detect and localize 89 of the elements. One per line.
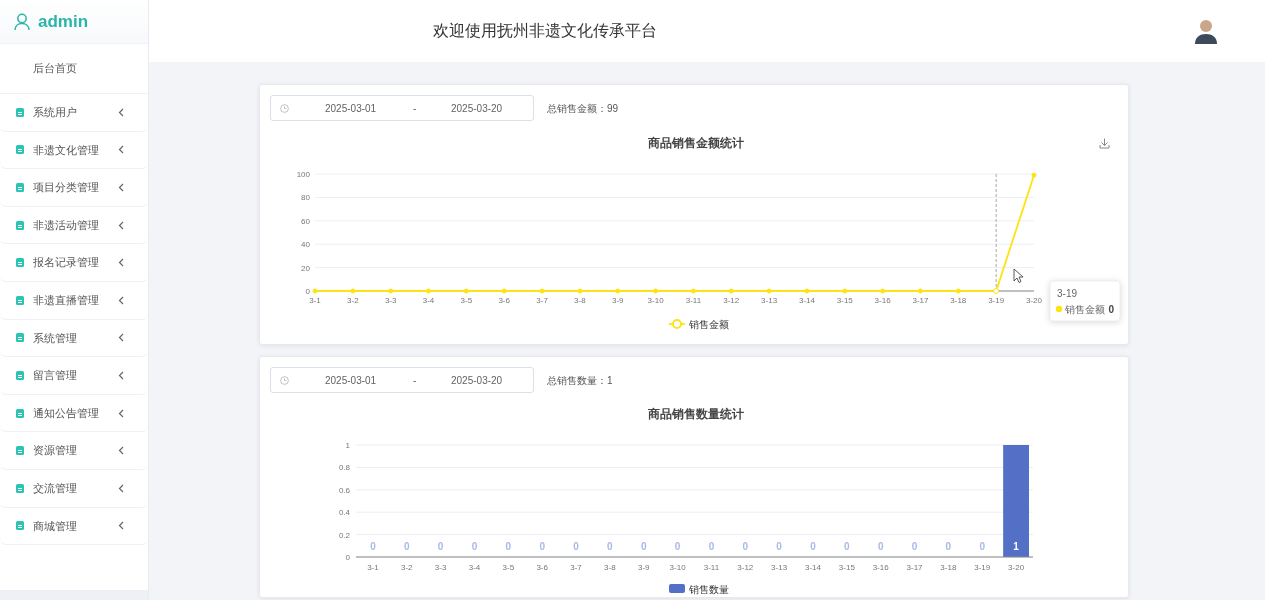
y-axis-label: 80 xyxy=(301,193,310,203)
x-axis-label: 3-20 xyxy=(1008,563,1025,572)
x-axis-label: 3-15 xyxy=(838,563,855,572)
x-axis-label: 3-20 xyxy=(1026,296,1042,305)
x-axis-label: 3-7 xyxy=(570,563,582,572)
x-axis-label: 3-1 xyxy=(309,296,321,305)
x-axis-label: 3-2 xyxy=(401,563,413,572)
x-axis-label: 3-13 xyxy=(771,563,788,572)
chart-title: 商品销售数量统计 xyxy=(648,407,744,421)
y-axis-label: 0 xyxy=(345,553,350,562)
bar-value-label: 0 xyxy=(844,541,850,552)
bar-value-label: 0 xyxy=(708,541,715,552)
x-axis-label: 3-13 xyxy=(761,296,778,305)
bar-value-label: 0 xyxy=(471,541,478,552)
sales-total: 总销售金额：99 xyxy=(547,101,619,116)
range-separator: - xyxy=(413,101,418,116)
y-axis-label: 100 xyxy=(296,170,310,179)
bar-value-label: 0 xyxy=(437,541,444,552)
x-axis-label: 3-11 xyxy=(703,563,720,572)
x-axis-label: 3-19 xyxy=(988,296,1005,305)
x-axis-label: 3-9 xyxy=(611,296,624,305)
end-date: 2025-03-20 xyxy=(451,101,503,116)
start-date: 2025-03-01 xyxy=(325,373,378,388)
x-axis-label: 3-8 xyxy=(604,563,616,572)
bar-value-label: 0 xyxy=(945,541,952,552)
bar-value-label: 0 xyxy=(742,541,749,552)
y-axis-label: 60 xyxy=(301,216,310,226)
x-axis-label: 3-9 xyxy=(637,563,650,572)
chart-title: 商品销售金额统计 xyxy=(648,136,744,150)
x-axis-label: 3-15 xyxy=(836,296,853,305)
bar-value-label: 0 xyxy=(370,541,376,552)
x-axis-label: 3-3 xyxy=(434,563,447,572)
page-title: 欢迎使用抚州非遗文化传承平台 xyxy=(433,21,657,41)
y-axis-label: 1 xyxy=(345,441,350,450)
x-axis-label: 3-12 xyxy=(723,296,740,305)
bar-value-label: 0 xyxy=(404,541,410,552)
legend-label: 销售金额 xyxy=(689,318,729,330)
x-axis-label: 3-5 xyxy=(460,296,473,305)
tooltip-title: 3-19 xyxy=(1057,288,1077,299)
sales-total: 总销售数量：1 xyxy=(547,373,613,388)
y-axis-label: 0 xyxy=(305,287,310,296)
x-axis-label: 3-16 xyxy=(874,296,891,305)
x-axis-label: 3-11 xyxy=(685,296,702,305)
x-axis-label: 3-18 xyxy=(950,296,967,305)
tooltip-value: 0 xyxy=(1108,304,1114,315)
y-axis-label: 20 xyxy=(301,263,310,273)
x-axis-label: 3-6 xyxy=(498,296,510,305)
x-axis-label: 3-18 xyxy=(940,563,957,572)
y-axis-label: 0.4 xyxy=(338,508,350,518)
x-axis-label: 3-16 xyxy=(872,563,889,572)
x-axis-label: 3-8 xyxy=(574,296,586,305)
bar-value-label: 0 xyxy=(640,541,647,552)
tooltip-series-name: 销售金额 xyxy=(1065,304,1105,315)
x-axis-label: 3-4 xyxy=(422,296,435,305)
x-axis-label: 3-17 xyxy=(906,563,923,572)
x-axis-label: 3-10 xyxy=(647,296,664,305)
range-separator: - xyxy=(413,373,418,388)
x-axis-label: 3-2 xyxy=(347,296,359,305)
admin-username: admin xyxy=(38,10,89,33)
bar-value-label: 0 xyxy=(776,541,782,552)
bar-value-label: 0 xyxy=(911,541,918,552)
y-axis-label: 40 xyxy=(301,240,310,250)
x-axis-label: 3-5 xyxy=(502,563,515,572)
legend-label: 销售数量 xyxy=(689,583,729,595)
x-axis-label: 3-12 xyxy=(737,563,754,572)
x-axis-label: 3-7 xyxy=(536,296,548,305)
bar-value-label: 0 xyxy=(573,541,579,552)
x-axis-label: 3-6 xyxy=(536,563,548,572)
y-axis-label: 0.2 xyxy=(338,530,350,540)
start-date: 2025-03-01 xyxy=(325,101,378,116)
x-axis-label: 3-17 xyxy=(912,296,929,305)
bar-value-label: 0 xyxy=(674,541,681,552)
x-axis-label: 3-19 xyxy=(974,563,991,572)
bar-value-label: 0 xyxy=(979,541,985,552)
end-date: 2025-03-20 xyxy=(451,373,503,388)
bar-value-label: 0 xyxy=(877,541,884,552)
bar-value-label: 1 xyxy=(1013,541,1019,552)
bar-value-label: 0 xyxy=(810,541,816,552)
bar-value-label: 0 xyxy=(539,541,545,552)
y-axis-label: 0.8 xyxy=(338,463,350,473)
x-axis-label: 3-14 xyxy=(798,296,815,305)
x-axis-label: 3-1 xyxy=(367,563,379,572)
x-axis-label: 3-4 xyxy=(468,563,481,572)
y-axis-label: 0.6 xyxy=(338,485,350,495)
bar-value-label: 0 xyxy=(505,541,512,552)
x-axis-label: 3-3 xyxy=(384,296,397,305)
bar-value-label: 0 xyxy=(607,541,613,552)
x-axis-label: 3-14 xyxy=(804,563,821,572)
x-axis-label: 3-10 xyxy=(669,563,686,572)
